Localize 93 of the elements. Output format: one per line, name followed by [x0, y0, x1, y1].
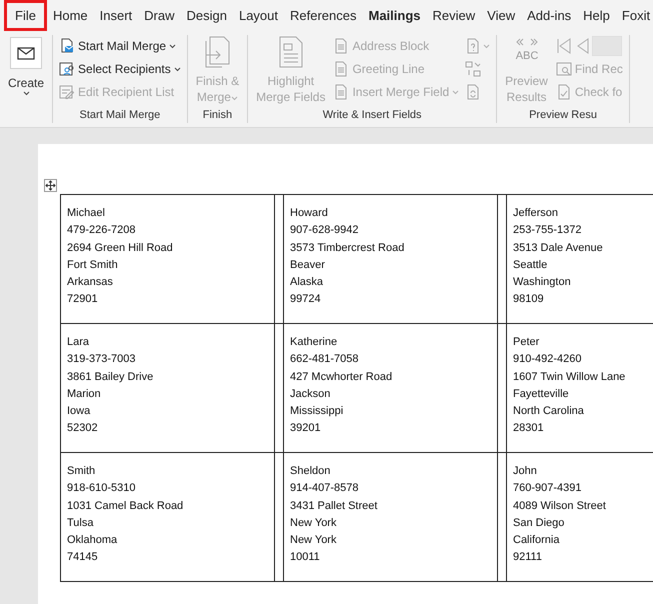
- ribbon-tab[interactable]: Home: [46, 0, 94, 31]
- address-line: Washington: [513, 275, 572, 290]
- group-label: Finish: [202, 109, 234, 123]
- ribbon-large-button[interactable]: Create: [6, 35, 46, 109]
- document-envelope-icon: [59, 38, 76, 54]
- address-line: 74145: [67, 550, 99, 566]
- address-line: Mississippi: [290, 404, 344, 420]
- group-label: Write & Insert Fields: [322, 109, 423, 123]
- address-line: 1607 Twin Willow Lane: [513, 370, 626, 385]
- address-line: California: [513, 533, 560, 548]
- address-line: 52302: [67, 421, 99, 436]
- people-list-icon: [59, 61, 76, 77]
- address-line: 3861 Bailey Drive: [67, 370, 154, 385]
- address-line: 914-407-8578: [290, 481, 360, 496]
- caret-icon: [483, 44, 490, 48]
- address-line: Howard: [290, 206, 329, 221]
- caret-icon: [230, 96, 238, 101]
- address-line: Fayetteville: [513, 386, 570, 402]
- caret-icon: [452, 90, 460, 94]
- address-line: Arkansas: [67, 275, 114, 290]
- address-line: Smith: [67, 464, 96, 479]
- address-line: 319-373-7003: [67, 352, 137, 368]
- address-line: 910-492-4260: [513, 352, 583, 368]
- address-line: 760-907-4391: [513, 481, 583, 496]
- address-line: 28301: [513, 421, 545, 436]
- address-line: John: [513, 464, 538, 479]
- table-move-icon[interactable]: [44, 179, 57, 192]
- caret-icon: [169, 44, 176, 48]
- address-line: 10011: [290, 550, 321, 566]
- document-question-icon: [465, 38, 482, 54]
- ribbon-tab[interactable]: Help: [577, 0, 616, 31]
- address-line: Lara: [67, 335, 90, 350]
- caret-icon: [22, 91, 30, 96]
- address-line: Oklahoma: [67, 533, 118, 548]
- address-line: San Diego: [513, 516, 566, 531]
- ribbon-tab[interactable]: Insert: [94, 0, 138, 31]
- address-line: 918-610-5310: [67, 481, 137, 496]
- address-line: Katherine: [290, 335, 338, 350]
- ribbon-tab[interactable]: View: [481, 0, 522, 31]
- address-line: 92111: [513, 550, 543, 566]
- document-refresh-icon: [465, 84, 482, 100]
- address-line: Fort Smith: [67, 258, 119, 273]
- address-line: 99724: [290, 292, 322, 308]
- address-line: 39201: [290, 421, 322, 436]
- address-line: 3513 Dale Avenue: [513, 240, 604, 256]
- address-line: Michael: [67, 206, 106, 221]
- group-label: Start Mail Merge: [78, 109, 162, 123]
- address-line: Jefferson: [513, 206, 560, 221]
- envelope-icon: [10, 37, 42, 69]
- address-line: 72901: [67, 292, 99, 308]
- find-record-icon: [556, 61, 572, 77]
- address-line: Alaska: [290, 275, 324, 290]
- ribbon-tab[interactable]: Review: [426, 0, 482, 31]
- document-field-icon: [333, 84, 350, 100]
- address-line: Peter: [513, 335, 540, 350]
- address-line: 479-226-7208: [67, 223, 137, 238]
- match-fields-icon: [465, 61, 482, 77]
- document-field-icon: [333, 61, 350, 77]
- address-line: 98109: [513, 292, 545, 308]
- address-line: 3431 Pallet Street: [290, 498, 378, 514]
- address-line: Beaver: [290, 258, 326, 273]
- address-line: 3573 Timbercrest Road: [290, 240, 406, 256]
- ribbon-tab[interactable]: Mailings: [362, 0, 427, 31]
- ribbon-button[interactable]: Start Mail Merge: [59, 36, 181, 56]
- address-line: Jackson: [290, 386, 332, 402]
- group-label: Preview Resu: [528, 109, 598, 123]
- address-line: 2694 Green Hill Road: [67, 240, 174, 256]
- document-field-icon: [333, 38, 350, 54]
- address-line: 427 Mcwhorter Road: [290, 370, 394, 385]
- address-line: New York: [290, 533, 338, 548]
- address-line: Marion: [67, 386, 102, 402]
- ribbon-tab[interactable]: Draw: [138, 0, 180, 31]
- highlighted-tab[interactable]: File: [4, 0, 47, 31]
- ribbon-tab[interactable]: Layout: [232, 0, 284, 31]
- address-line: Iowa: [67, 404, 92, 420]
- ribbon-tab[interactable]: Add-ins: [521, 0, 578, 31]
- address-line: Sheldon: [290, 464, 332, 479]
- address-line: 662-481-7058: [290, 352, 360, 368]
- ribbon-tab[interactable]: Foxit: [616, 0, 653, 31]
- edit-list-icon: [59, 84, 76, 100]
- document-check-icon: [556, 84, 572, 100]
- caret-icon: [174, 66, 181, 72]
- address-line: Seattle: [513, 258, 548, 273]
- ribbon-tab[interactable]: Design: [180, 0, 233, 31]
- address-line: 4089 Wilson Street: [513, 498, 607, 514]
- address-line: 253-755-1372: [513, 223, 583, 238]
- ribbon-button[interactable]: Select Recipients: [59, 59, 181, 79]
- address-line: 907-628-9942: [290, 223, 360, 238]
- address-line: New York: [290, 516, 338, 531]
- address-line: North Carolina: [513, 404, 585, 420]
- address-line: 1031 Camel Back Road: [67, 498, 184, 514]
- ribbon-tab[interactable]: References: [284, 0, 362, 31]
- address-line: Tulsa: [67, 516, 94, 531]
